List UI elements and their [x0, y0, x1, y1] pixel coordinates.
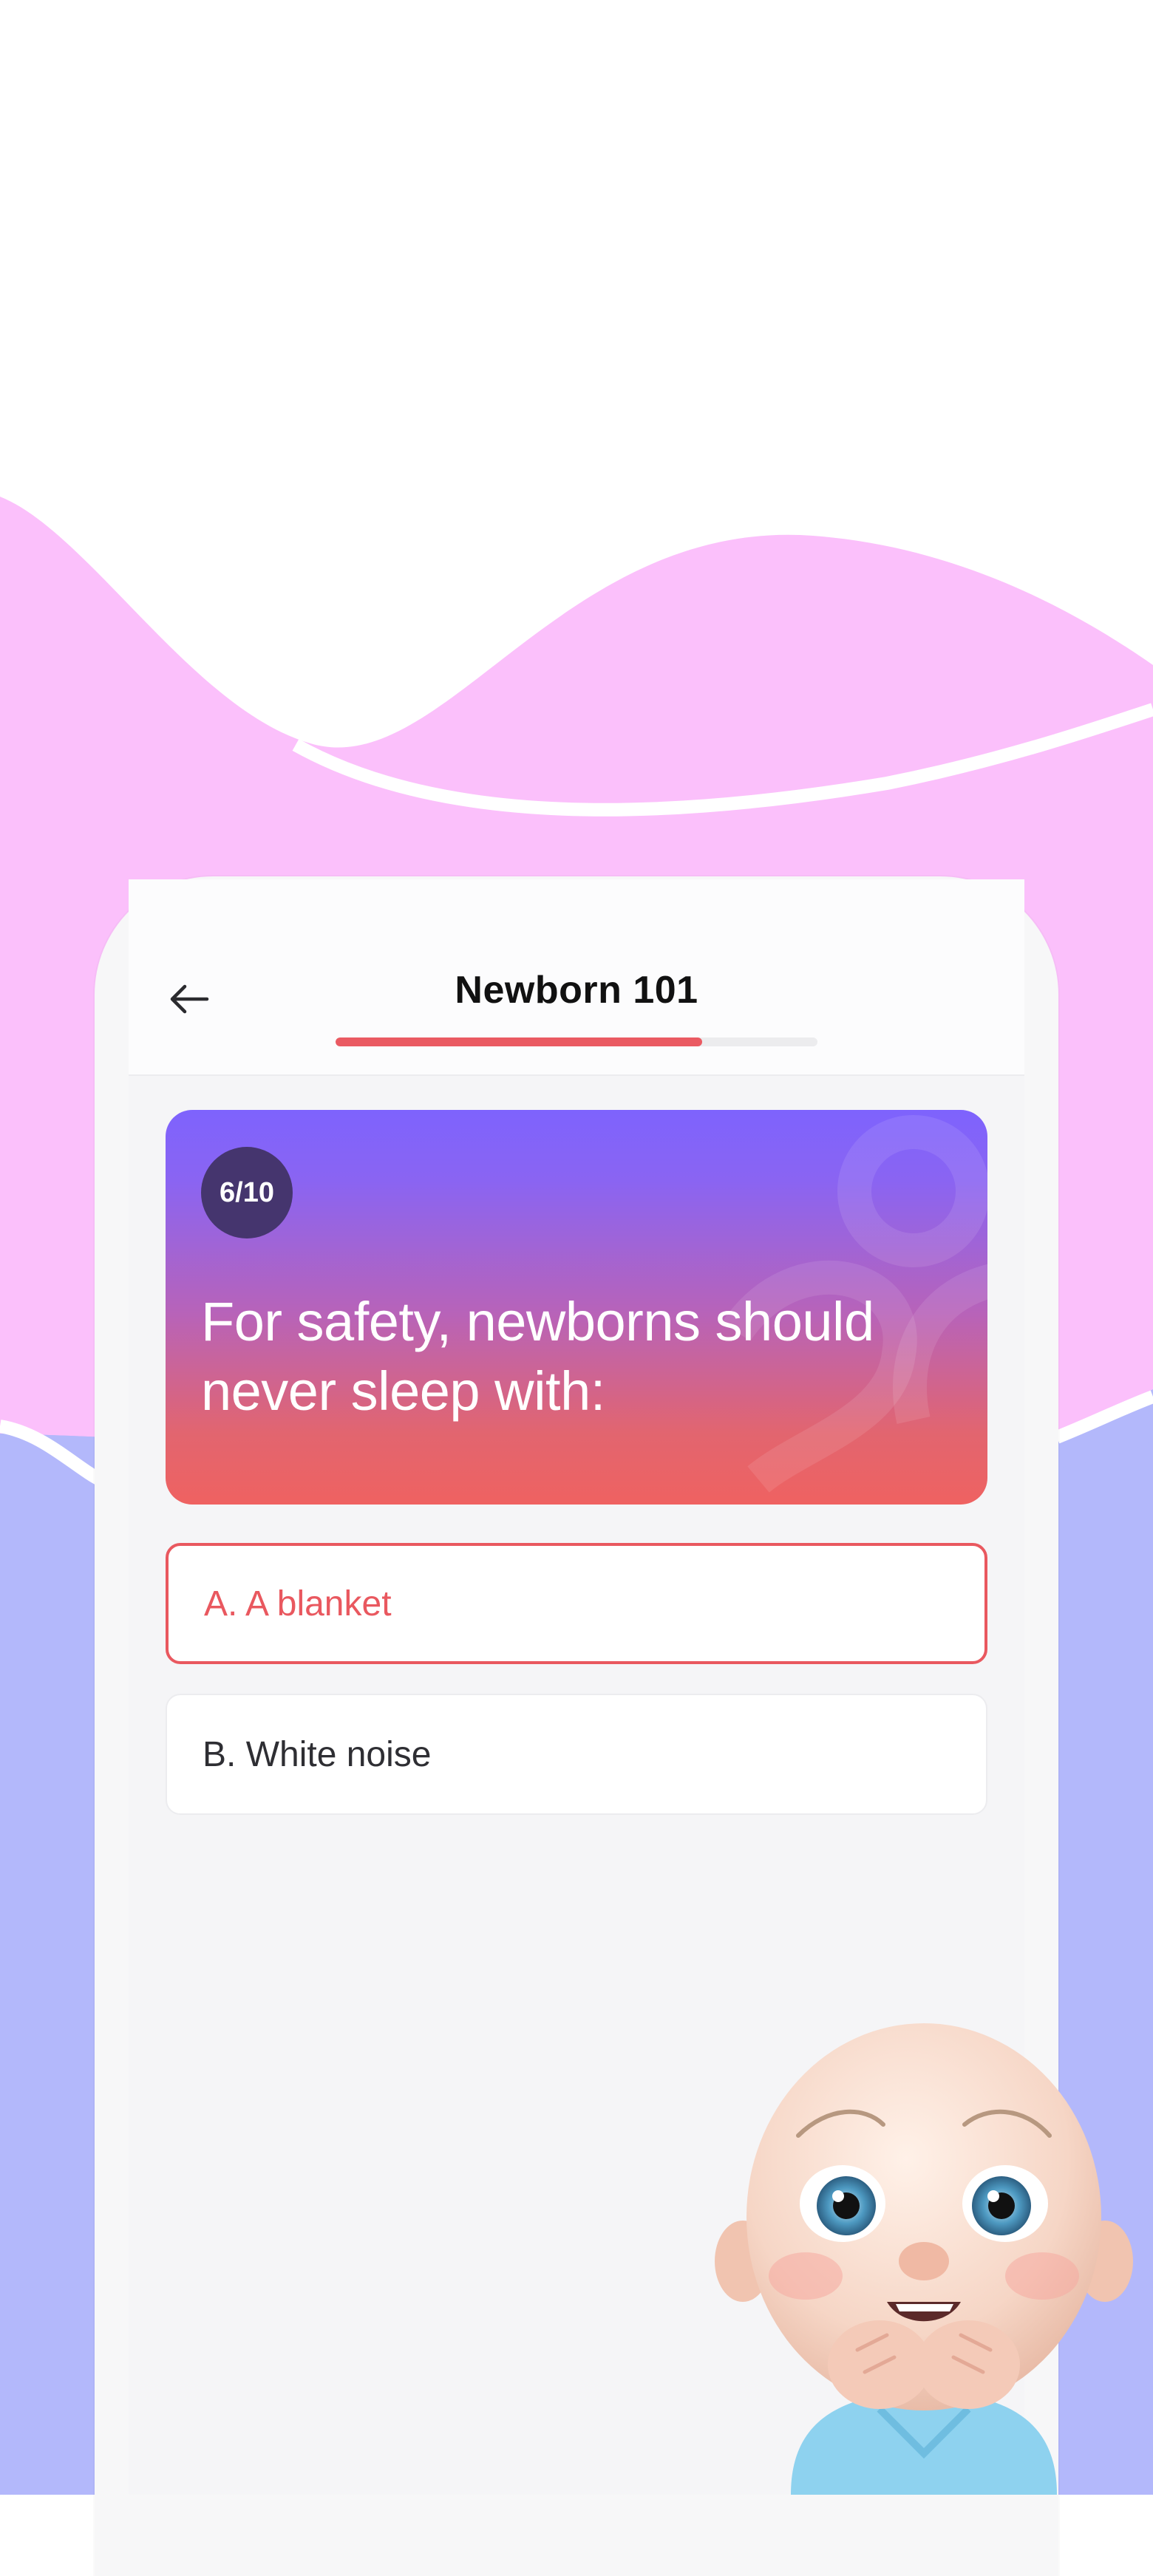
quiz-progress-bar — [336, 1037, 817, 1046]
question-counter-badge: 6/10 — [201, 1147, 293, 1238]
page-title: Newborn 101 — [455, 969, 698, 1012]
baby-mascot-illustration — [715, 2023, 1133, 2495]
quiz-header: Newborn 101 — [129, 879, 1024, 1076]
answer-option-b[interactable]: B. White noise — [166, 1694, 987, 1815]
quiz-progress-fill — [336, 1037, 702, 1046]
question-card: 6/10 For safety, newborns should never s… — [166, 1110, 987, 1505]
answer-option-a[interactable]: A. A blanket — [166, 1543, 987, 1664]
question-text: For safety, newborns should never sleep … — [201, 1291, 874, 1422]
